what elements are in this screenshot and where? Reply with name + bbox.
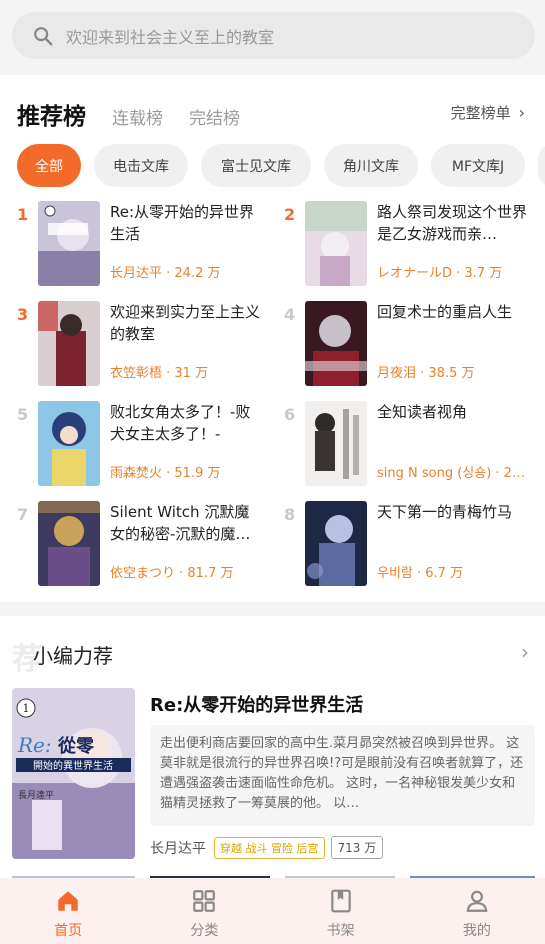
featured-book-cover[interactable]: 1 Re: 從零 開始的異世界生活 長月達平 [12,688,135,859]
search-bar-area: 欢迎来到社会主义至上的教室 [0,0,545,75]
book-meta: 依空まつり · 81.7 万 [110,566,234,581]
book-cover [305,201,367,286]
tab-home[interactable]: 首页 [0,878,136,944]
rank-number: 5 [17,405,29,424]
filter-mf-bunko[interactable]: MF文库J [431,144,525,187]
tab-label: 我的 [462,923,491,939]
section-divider [0,602,545,616]
cover-re: Re: [17,733,52,757]
filter-more[interactable] [538,144,545,187]
book-title: Re:从零开始的异世界生活 [110,203,255,243]
tab-category[interactable]: 分类 [136,878,272,944]
rank-number: 6 [284,405,296,424]
book-cover [305,501,367,586]
book-meta: 우비람 · 6.7 万 [377,566,464,581]
tab-serializing[interactable]: 连载榜 [112,104,163,129]
tab-label: 首页 [54,923,83,939]
bookshelf-icon [330,889,351,913]
rank-item[interactable]: 5 败北女角太多了！-败犬女主太多了！- 雨森焚火 · 51.9 万 [17,401,277,486]
ranking-section: 推荐榜 连载榜 完结榜 完整榜单 › 全部 电击文库 富士见文库 角川文库 MF… [0,75,545,602]
search-icon [34,26,53,45]
book-title: 天下第一的青梅竹马 [377,503,513,521]
rank-item[interactable]: 8 天下第一的青梅竹马 우비람 · 6.7 万 [284,501,544,586]
rank-number: 8 [284,505,296,524]
filter-fujimi[interactable]: 富士见文库 [201,144,311,187]
tab-bookshelf[interactable]: 书架 [273,878,409,944]
book-title: 路人祭司发现这个世界是乙女游戏而亲… [377,203,527,243]
cover-subtitle: 開始的異世界生活 [33,759,113,772]
cover-volume: 1 [23,702,30,715]
rank-item[interactable]: 3 欢迎来到实力至上主义的教室 衣笠彰梧 · 31 万 [17,301,277,386]
book-title: 欢迎来到实力至上主义的教室 [110,303,260,343]
cover-author: 長月達平 [18,789,54,801]
search-input[interactable]: 欢迎来到社会主义至上的教室 [12,12,535,59]
rank-number: 2 [284,205,296,224]
genre-tags: 穿越 战斗 冒险 后宫 [214,836,325,859]
book-title: 败北女角太多了！-败犬女主太多了！- [110,403,251,443]
tab-recommend[interactable]: 推荐榜 [17,97,86,131]
search-placeholder: 欢迎来到社会主义至上的教室 [66,27,275,47]
user-icon [466,890,488,912]
tab-label: 书架 [326,923,355,939]
book-cover [38,501,100,586]
book-cover [38,401,100,486]
filter-dengeki[interactable]: 电击文库 [94,144,188,187]
rank-item[interactable]: 4 回复术士的重启人生 月夜泪 · 38.5 万 [284,301,544,386]
rank-number: 7 [17,505,29,524]
filter-kadokawa[interactable]: 角川文库 [324,144,418,187]
home-icon [58,891,78,911]
read-count-badge: 713 万 [330,836,384,859]
book-meta: レオナールD · 3.7 万 [377,266,503,281]
filter-all[interactable]: 全部 [17,144,81,187]
book-title: 全知读者视角 [377,403,468,421]
grid-icon [193,890,216,912]
full-rank-label: 完整榜单 [450,104,511,122]
featured-book-description: 走出便利商店要回家的高中生.菜月昴突然被召唤到异世界。 这莫非就是很流行的异世界… [150,725,535,826]
rank-item[interactable]: 7 Silent Witch 沉默魔女的秘密-沉默的魔… 依空まつり · 81.… [17,501,277,586]
rank-item[interactable]: 1 Re:从零开始的异世界生活 长月达平 · 24.2 万 [17,201,277,286]
book-meta: 衣笠彰梧 · 31 万 [110,366,209,381]
publisher-filters: 全部 电击文库 富士见文库 角川文库 MF文库J [17,144,545,187]
tab-label: 分类 [190,923,219,939]
section-title: 小编力荐 [33,644,113,668]
featured-book-title[interactable]: Re:从零开始的异世界生活 [150,691,363,717]
ranking-tabs: 推荐榜 连载榜 完结榜 [17,97,266,131]
cover-zero: 從零 [57,735,95,757]
book-cover [38,201,100,286]
tab-completed[interactable]: 完结榜 [189,104,240,129]
featured-book-meta: 长月达平 穿越 战斗 冒险 后宫 713 万 [150,836,384,859]
editor-pick-section: 荐 小编力荐 › 1 Re: 從零 開始的異世界生活 長月達平 Re:从零开始的… [0,616,545,880]
book-cover [305,301,367,386]
book-cover [38,301,100,386]
rank-number: 1 [17,205,29,224]
featured-book-author: 长月达平 [150,840,206,857]
rank-number: 3 [17,305,29,324]
book-meta: 长月达平 · 24.2 万 [110,266,221,281]
book-title: Silent Witch 沉默魔女的秘密-沉默的魔… [110,503,251,543]
book-meta: sing N song (싱숑) · 28… [377,466,527,481]
full-rank-link[interactable]: 完整榜单 › [451,102,525,123]
book-title: 回复术士的重启人生 [377,303,513,321]
bottom-tab-bar: 首页 分类 书架 我的 [0,878,545,944]
rank-item[interactable]: 2 路人祭司发现这个世界是乙女游戏而亲… レオナールD · 3.7 万 [284,201,544,286]
chevron-right-icon: › [518,103,525,122]
rank-number: 4 [284,305,296,324]
book-meta: 雨森焚火 · 51.9 万 [110,466,221,481]
rank-item[interactable]: 6 全知读者视角 sing N song (싱숑) · 28… [284,401,544,486]
book-meta: 月夜泪 · 38.5 万 [377,366,475,381]
chevron-right-icon[interactable]: › [521,640,529,664]
book-cover [305,401,367,486]
tab-profile[interactable]: 我的 [409,878,545,944]
